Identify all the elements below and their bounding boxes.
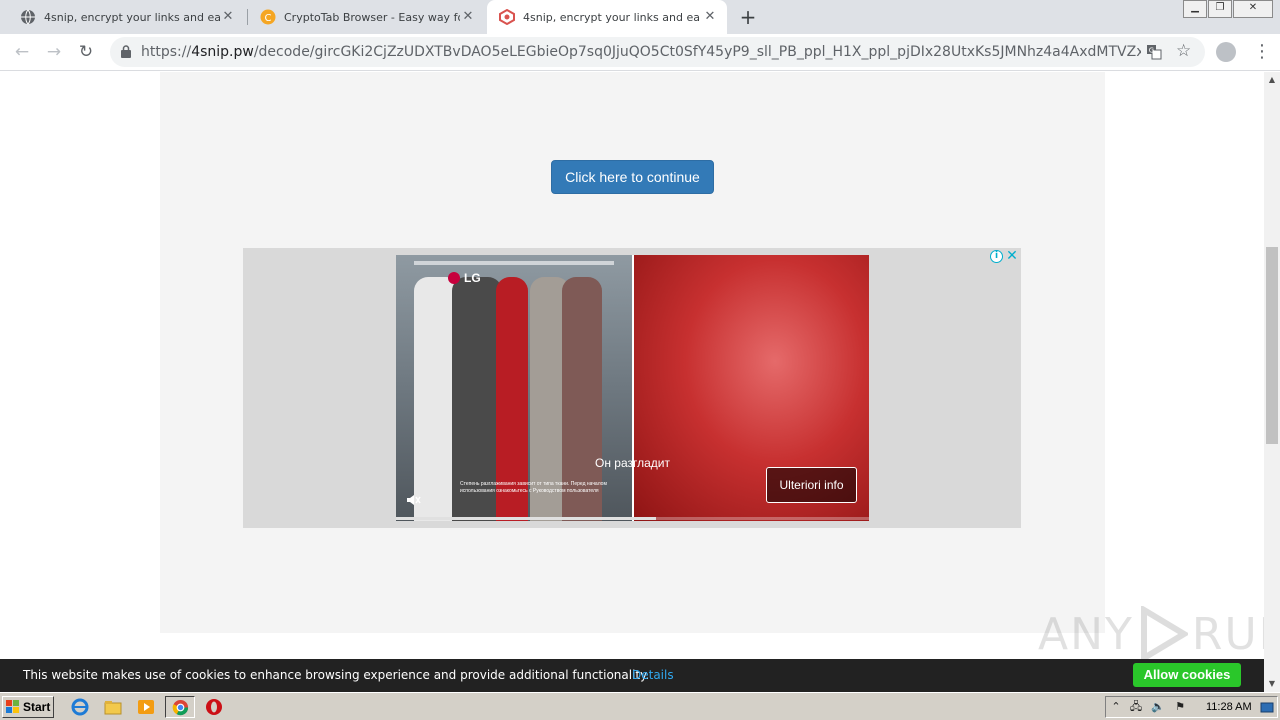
4snip-icon bbox=[499, 9, 515, 25]
start-label: Start bbox=[23, 700, 51, 714]
url-text[interactable]: https://4snip.pw/decode/gircGKi2CjZzUDXT… bbox=[141, 44, 1141, 60]
url-path: /decode/gircGKi2CjZzUDXTBvDAO5eLEGbieOp7… bbox=[253, 44, 1141, 60]
translate-icon[interactable]: G bbox=[1146, 44, 1162, 60]
tab-4snip-active[interactable]: 4snip, encrypt your links and earn m ✕ bbox=[487, 0, 727, 34]
scroll-up-arrow-icon[interactable]: ▲ bbox=[1264, 72, 1280, 88]
svg-text:G: G bbox=[1149, 47, 1154, 55]
wardrobe-scene: LG Степень разглаживания зависит от типа… bbox=[396, 255, 632, 521]
continue-button[interactable]: Click here to continue bbox=[551, 160, 714, 194]
tray-expand-icon[interactable]: ⌃ bbox=[1109, 700, 1123, 714]
chrome-taskbar-button[interactable] bbox=[165, 696, 195, 718]
close-tab-icon[interactable]: ✕ bbox=[221, 10, 235, 24]
ad-video[interactable]: LG Степень разглаживания зависит от типа… bbox=[396, 255, 869, 521]
ad-caption: Он разгладит bbox=[595, 456, 670, 470]
tab-title: 4snip, encrypt your links and earn m bbox=[523, 10, 699, 24]
taskbar-clock[interactable]: 11:28 AM bbox=[1206, 701, 1252, 713]
watermark-right: RUN bbox=[1191, 608, 1264, 660]
close-tab-icon[interactable]: ✕ bbox=[461, 10, 475, 24]
video-progress-bar[interactable] bbox=[396, 517, 869, 520]
cryptotab-icon: C bbox=[260, 9, 276, 25]
show-desktop-icon[interactable] bbox=[1260, 701, 1274, 715]
reload-icon[interactable]: ↻ bbox=[76, 42, 96, 62]
folder-icon[interactable] bbox=[104, 698, 122, 716]
ad-close-icon[interactable]: ✕ bbox=[1005, 249, 1019, 263]
lg-logo-mark bbox=[448, 272, 460, 284]
windows-taskbar: Start ⌃ 🖧 🔈 ⚑ 11:28 AM bbox=[0, 692, 1280, 720]
close-tab-icon[interactable]: ✕ bbox=[703, 10, 717, 24]
ad-disclaimer: Степень разглаживания зависит от типа тк… bbox=[460, 481, 607, 494]
tab-cryptotab[interactable]: C CryptoTab Browser - Easy way for B ✕ bbox=[240, 0, 485, 34]
system-tray: ⌃ 🖧 🔈 ⚑ 11:28 AM bbox=[1105, 696, 1278, 718]
url-host: 4snip.pw bbox=[191, 44, 254, 60]
internet-explorer-icon[interactable] bbox=[71, 698, 89, 716]
scroll-down-arrow-icon[interactable]: ▼ bbox=[1264, 676, 1280, 692]
tab-strip: 4snip, encrypt your links and earn m ✕ C… bbox=[0, 0, 1280, 34]
more-info-button[interactable]: Ulteriori info bbox=[766, 467, 857, 503]
url-scheme: https:// bbox=[141, 44, 192, 60]
windows-flag-icon bbox=[6, 700, 19, 713]
watermark-left: ANY bbox=[1038, 608, 1134, 660]
play-logo-icon bbox=[1140, 606, 1188, 662]
close-window-button[interactable]: ✕ bbox=[1233, 0, 1273, 18]
cookie-message: This website makes use of cookies to enh… bbox=[23, 668, 650, 682]
bookmark-star-icon[interactable]: ☆ bbox=[1176, 41, 1191, 61]
tab-title: 4snip, encrypt your links and earn m bbox=[44, 10, 220, 24]
network-icon[interactable]: 🖧 bbox=[1129, 700, 1143, 714]
address-bar[interactable]: https://4snip.pw/decode/gircGKi2CjZzUDXT… bbox=[110, 37, 1205, 67]
svg-text:C: C bbox=[265, 13, 272, 24]
tab-4snip-1[interactable]: 4snip, encrypt your links and earn m ✕ bbox=[0, 0, 245, 34]
opera-icon[interactable] bbox=[205, 698, 223, 716]
page-scrollbar[interactable]: ▲ ▼ bbox=[1264, 72, 1280, 692]
start-button[interactable]: Start bbox=[2, 696, 54, 718]
ad-banner[interactable]: i ✕ LG Степень разглаживания зависит от … bbox=[243, 248, 1021, 528]
page-viewport: Click here to continue i ✕ LG Степень ра… bbox=[0, 72, 1264, 692]
allow-cookies-button[interactable]: Allow cookies bbox=[1133, 663, 1241, 687]
lock-icon bbox=[121, 45, 131, 58]
menu-dots-icon[interactable]: ⋮ bbox=[1253, 41, 1271, 63]
volume-icon[interactable]: 🔈 bbox=[1151, 700, 1165, 714]
action-center-flag-icon[interactable]: ⚑ bbox=[1173, 700, 1187, 714]
cookie-details-link[interactable]: Details bbox=[632, 668, 674, 682]
chrome-icon bbox=[172, 699, 189, 716]
arrow-left-icon[interactable]: ← bbox=[12, 42, 32, 62]
anyrun-watermark: ANY RUN bbox=[1038, 606, 1264, 662]
media-player-icon[interactable] bbox=[137, 698, 155, 716]
mute-icon[interactable] bbox=[405, 492, 421, 508]
ad-info-icon[interactable]: i bbox=[990, 250, 1003, 263]
browser-toolbar: ← → ↻ https://4snip.pw/decode/gircGKi2Cj… bbox=[0, 34, 1280, 71]
scroll-thumb[interactable] bbox=[1266, 247, 1278, 444]
tab-title: CryptoTab Browser - Easy way for B bbox=[284, 10, 460, 24]
lg-logo: LG bbox=[448, 271, 481, 285]
cookie-consent-bar: This website makes use of cookies to enh… bbox=[0, 659, 1264, 692]
globe-icon bbox=[21, 9, 35, 25]
hanger-rod bbox=[414, 261, 614, 265]
video-progress-fill bbox=[396, 517, 657, 520]
profile-avatar-icon[interactable] bbox=[1216, 42, 1236, 62]
restore-window-button[interactable]: ❐ bbox=[1208, 0, 1232, 18]
minimize-window-button[interactable]: ▁ bbox=[1183, 0, 1207, 18]
arrow-right-icon[interactable]: → bbox=[44, 42, 64, 62]
lg-brand: LG bbox=[464, 271, 481, 285]
new-tab-button[interactable]: + bbox=[738, 7, 758, 27]
